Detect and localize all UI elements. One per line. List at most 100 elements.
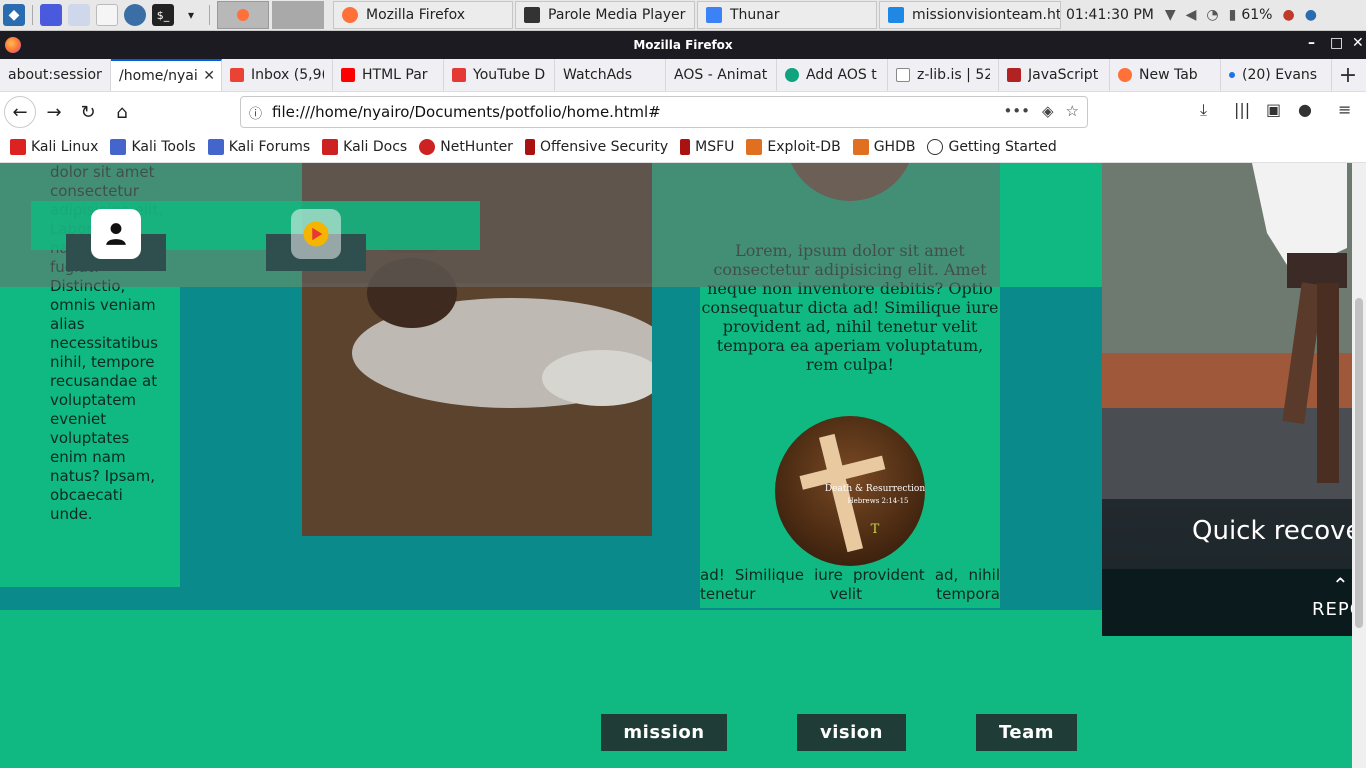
- play-icon[interactable]: [291, 209, 341, 259]
- back-button[interactable]: ←: [4, 96, 36, 128]
- task-vscode[interactable]: missionvisionteam.ht...: [879, 1, 1061, 29]
- user-icon[interactable]: [91, 209, 141, 259]
- tab-label: YouTube D: [473, 67, 546, 83]
- lock-icon[interactable]: ●: [1282, 7, 1294, 23]
- msfu-icon: [680, 139, 691, 155]
- tab-watchads[interactable]: WatchAds: [555, 59, 666, 91]
- close-tab-icon[interactable]: ✕: [203, 68, 215, 84]
- volume-icon[interactable]: ◀: [1186, 7, 1197, 23]
- firefox-icon: [5, 37, 21, 53]
- scrollbar-thumb[interactable]: [1355, 298, 1363, 628]
- info-icon[interactable]: ⓘ: [249, 103, 262, 122]
- tab-label: WatchAds: [563, 67, 633, 83]
- tab-zlib[interactable]: z-lib.is | 52: [888, 59, 999, 91]
- tab-label: HTML Par: [362, 67, 428, 83]
- bookmark-getting-started[interactable]: Getting Started: [927, 139, 1057, 155]
- bookmarks-toolbar: Kali Linux Kali Tools Kali Forums Kali D…: [0, 132, 1366, 163]
- tab-evans[interactable]: (20) Evans: [1221, 59, 1332, 91]
- team-button[interactable]: Team: [976, 714, 1077, 751]
- extension-icon[interactable]: ●: [1298, 100, 1312, 119]
- image-runner: Quick recover ⌃ REPO: [1102, 163, 1352, 636]
- task-firefox[interactable]: Mozilla Firefox: [333, 1, 513, 29]
- mission-button[interactable]: mission: [601, 714, 727, 751]
- vertical-scrollbar[interactable]: [1352, 163, 1366, 768]
- kali-menu-icon[interactable]: ◆: [3, 4, 25, 26]
- bookmark-kali-tools[interactable]: Kali Tools: [110, 139, 196, 155]
- task-parole[interactable]: Parole Media Player: [515, 1, 695, 29]
- tab-javascript[interactable]: JavaScript: [999, 59, 1110, 91]
- cross-title: Death & Resurrection: [825, 484, 925, 494]
- show-desktop-icon[interactable]: [40, 4, 62, 26]
- battery-icon[interactable]: ▮: [1229, 7, 1237, 23]
- tab-add-aos[interactable]: Add AOS t: [777, 59, 888, 91]
- forward-button[interactable]: →: [38, 96, 70, 128]
- cross-verse: Hebrews 2:14-15: [847, 497, 908, 505]
- center-paragraph-line2: tenetur velit tempora: [700, 585, 1000, 603]
- close-window-button[interactable]: ✕: [1352, 35, 1364, 51]
- ghdb-icon: [852, 139, 869, 155]
- tab-html-par[interactable]: HTML Par: [333, 59, 444, 91]
- library-icon[interactable]: |||: [1234, 100, 1250, 119]
- navigation-toolbar: ← → ↻ ⌂ ⓘ file:///home/nyairo/Documents/…: [0, 92, 1366, 132]
- tab-youtube-d[interactable]: YouTube D: [444, 59, 555, 91]
- tab-label: z-lib.is | 52: [917, 67, 990, 83]
- maximize-button[interactable]: □: [1330, 35, 1343, 51]
- reload-button[interactable]: ↻: [72, 96, 104, 128]
- bookmark-ghdb[interactable]: GHDB: [852, 139, 916, 155]
- minimize-button[interactable]: –: [1308, 35, 1315, 51]
- new-tab-button[interactable]: +: [1332, 59, 1364, 91]
- tab-gmail[interactable]: Inbox (5,9(: [222, 59, 333, 91]
- gmail-icon: [230, 68, 244, 82]
- download-icon: [452, 68, 466, 82]
- tab-aos-animate[interactable]: AOS - Animat: [666, 59, 777, 91]
- bookmark-label: Kali Linux: [31, 139, 99, 155]
- folder-icon: [706, 7, 722, 23]
- bookmark-nethunter[interactable]: NetHunter: [419, 139, 513, 155]
- firefox-icon: [342, 7, 358, 23]
- bookmark-msfu[interactable]: MSFU: [680, 139, 734, 155]
- youtube-icon: [341, 68, 355, 82]
- clock[interactable]: 01:41:30 PM: [1066, 7, 1154, 23]
- bookmark-kali-docs[interactable]: Kali Docs: [322, 139, 407, 155]
- url-bar[interactable]: ⓘ file:///home/nyairo/Documents/potfolio…: [240, 96, 1088, 128]
- text-editor-icon[interactable]: [96, 4, 118, 26]
- terminal-icon[interactable]: $_: [152, 4, 174, 26]
- bookmark-kali-linux[interactable]: Kali Linux: [10, 139, 98, 155]
- download-icon[interactable]: ⤓: [1200, 100, 1207, 120]
- bookmark-offensive-security[interactable]: Offensive Security: [524, 139, 668, 155]
- bookmark-label: Kali Tools: [131, 139, 196, 155]
- workspace-1-icon[interactable]: [217, 1, 269, 29]
- bookmark-label: GHDB: [873, 139, 916, 155]
- workspace-2-icon[interactable]: [272, 1, 324, 29]
- repo-link[interactable]: REPO: [1312, 599, 1352, 620]
- battery-level: 61%: [1241, 7, 1273, 23]
- vision-button[interactable]: vision: [797, 714, 906, 751]
- task-thunar[interactable]: Thunar: [697, 1, 877, 29]
- pocket-icon[interactable]: ◈: [1042, 102, 1054, 120]
- tab-label: about:session: [8, 67, 102, 83]
- tab-new-tab[interactable]: New Tab: [1110, 59, 1221, 91]
- offsec-icon: [524, 139, 535, 155]
- notifications-icon[interactable]: ◔: [1206, 7, 1218, 23]
- kali-docs-icon: [322, 139, 339, 155]
- bookmark-star-icon[interactable]: ☆: [1066, 102, 1079, 120]
- bookmark-kali-forums[interactable]: Kali Forums: [207, 139, 310, 155]
- file-manager-icon[interactable]: [68, 4, 90, 26]
- sidebar-icon[interactable]: ▣: [1266, 100, 1281, 119]
- wifi-icon[interactable]: ▼: [1165, 7, 1176, 23]
- system-tray: ▼ ◀ ◔ ▮ 61% ● ●: [1160, 7, 1322, 23]
- logout-icon[interactable]: ●: [1305, 7, 1317, 23]
- page-actions-icon[interactable]: •••: [1003, 102, 1030, 120]
- task-label: Mozilla Firefox: [366, 7, 466, 23]
- web-browser-icon[interactable]: [124, 4, 146, 26]
- bookmark-exploit-db[interactable]: Exploit-DB: [746, 139, 841, 155]
- tab-home-html[interactable]: /home/nyai ✕: [111, 59, 222, 91]
- chevron-down-icon[interactable]: ▾: [180, 4, 202, 26]
- home-button[interactable]: ⌂: [106, 96, 138, 128]
- tab-label: JavaScript: [1028, 67, 1099, 83]
- chevron-up-icon[interactable]: ⌃: [1332, 573, 1349, 597]
- tab-about-session[interactable]: about:session: [0, 59, 111, 91]
- url-text[interactable]: file:///home/nyairo/Documents/potfolio/h…: [272, 103, 661, 121]
- media-player-icon: [524, 7, 540, 23]
- menu-icon[interactable]: ≡: [1338, 100, 1351, 119]
